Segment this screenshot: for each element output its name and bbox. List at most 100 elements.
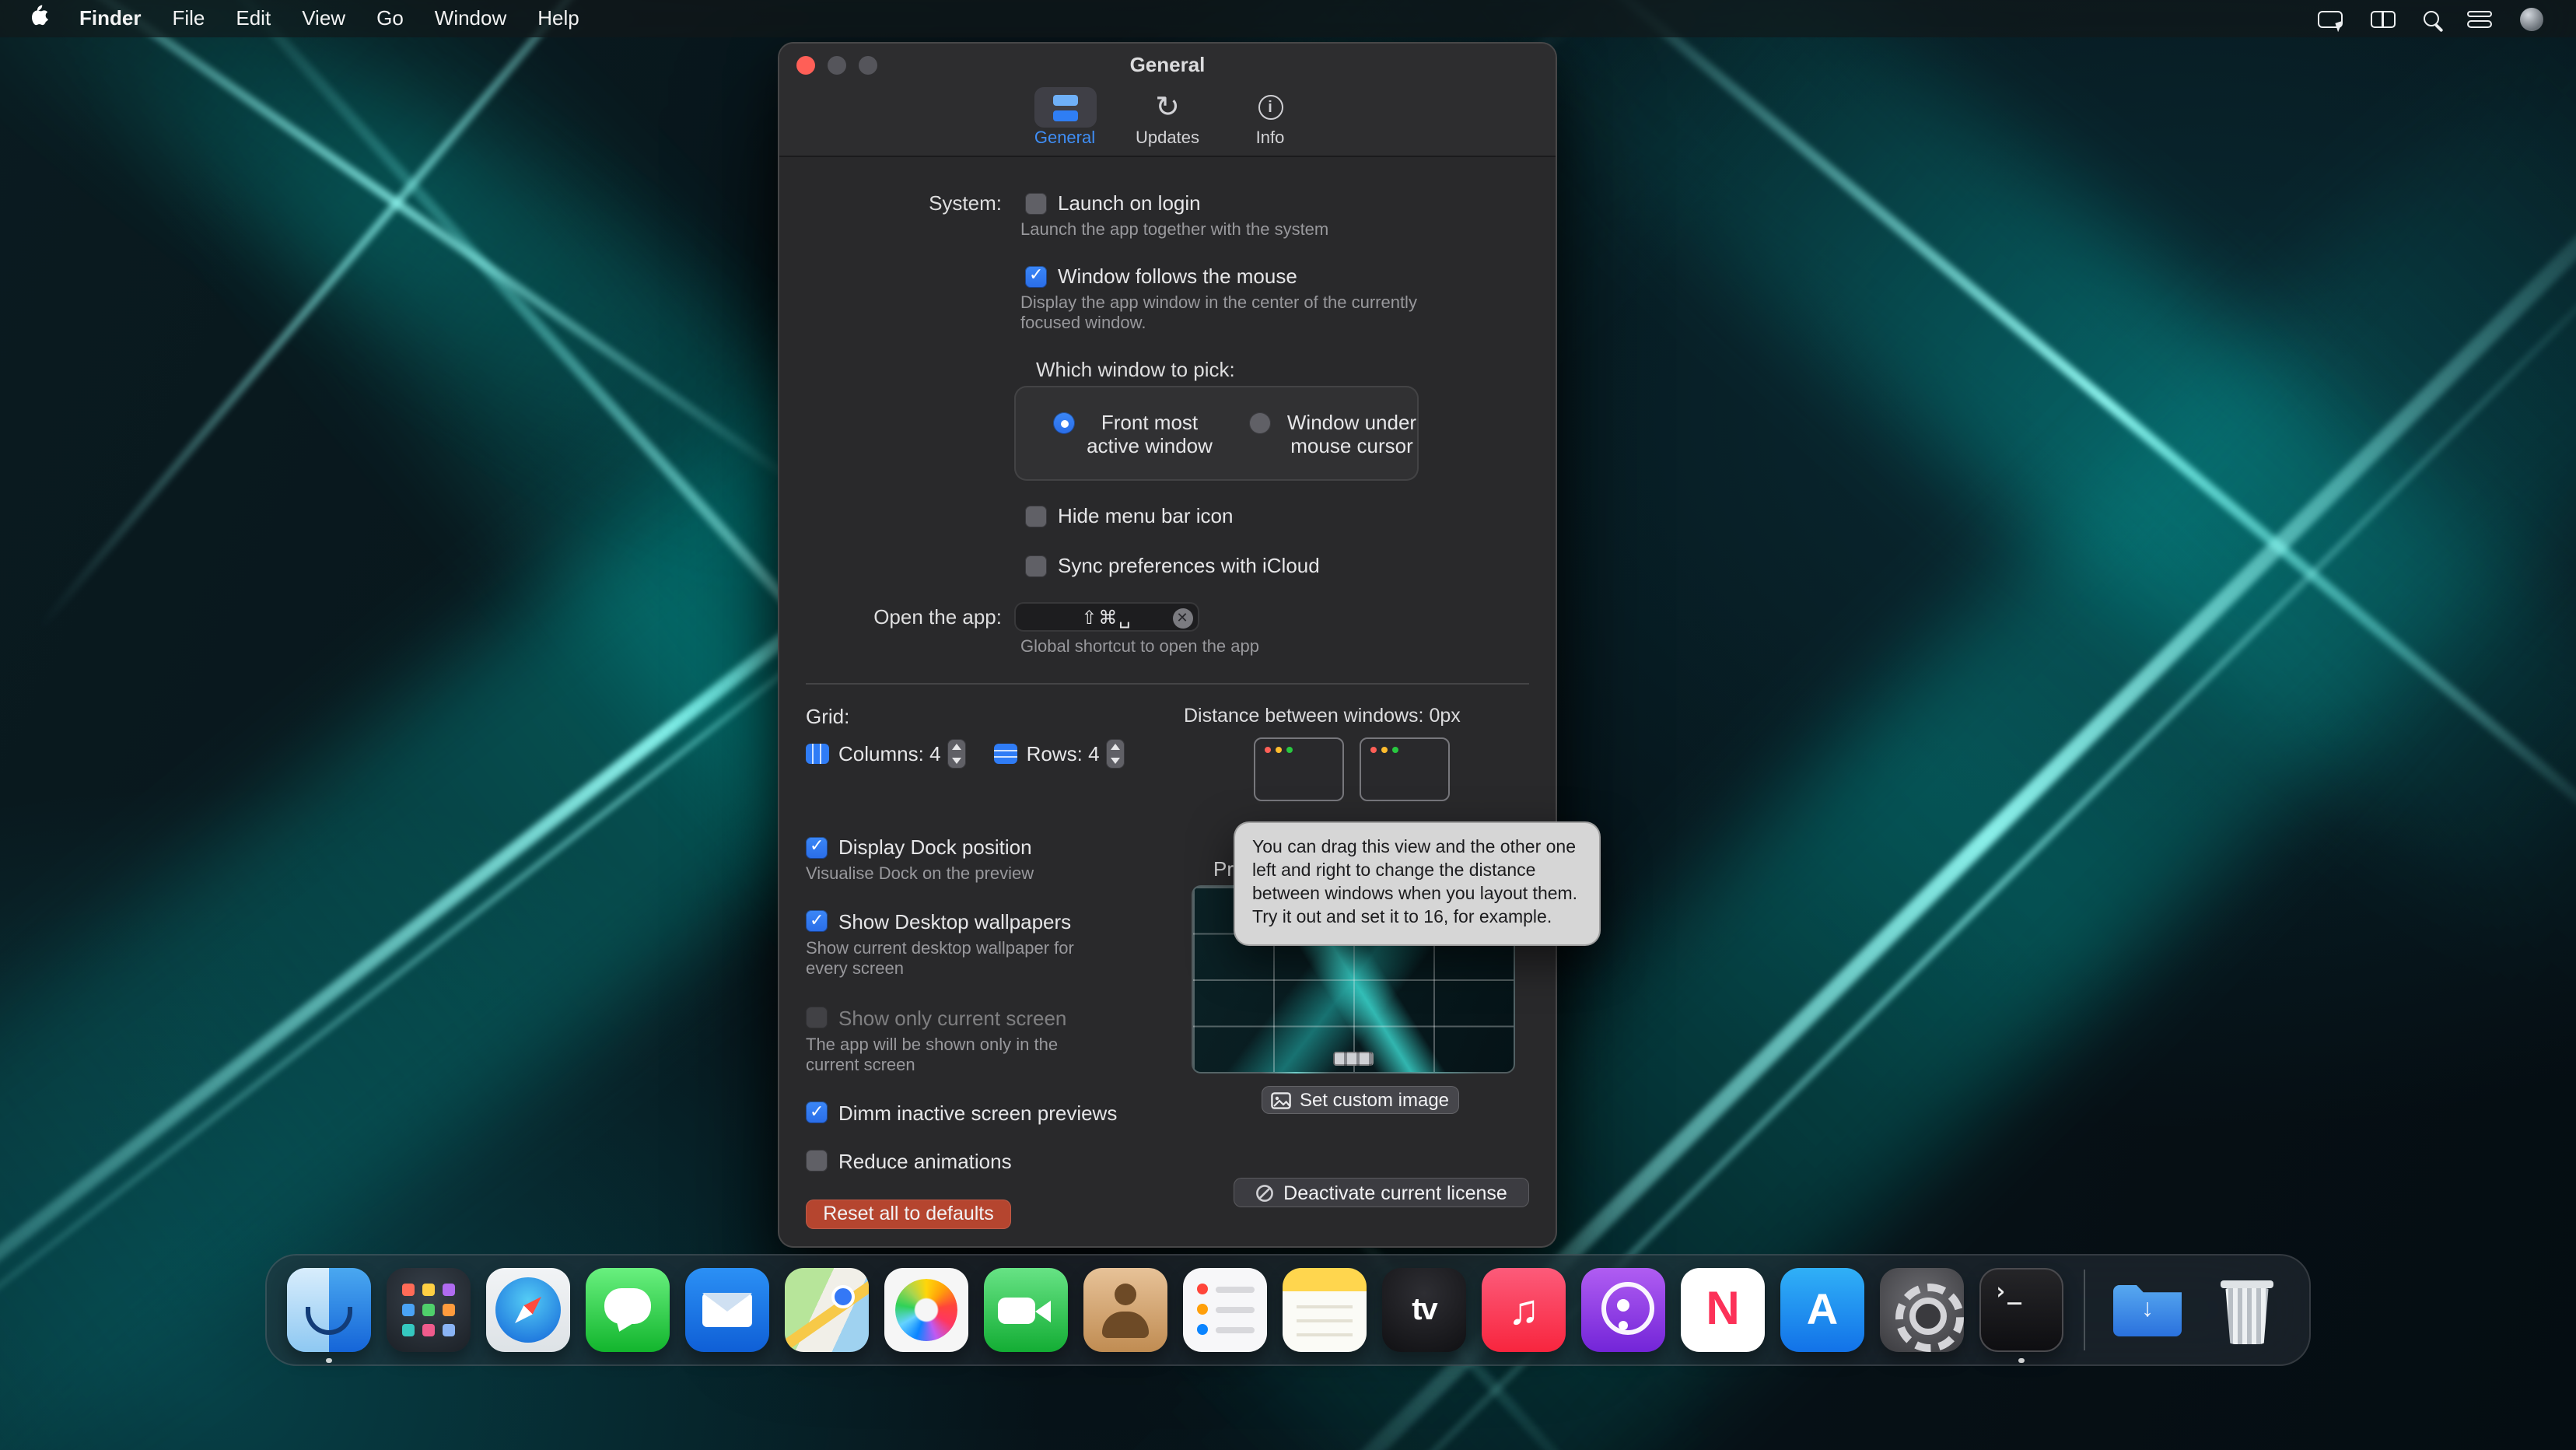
dock-item-safari[interactable] — [486, 1268, 570, 1352]
apple-menu[interactable] — [0, 5, 64, 33]
sync-icloud-row[interactable]: Sync preferences with iCloud — [1025, 554, 1320, 577]
general-icon — [1049, 94, 1080, 121]
menu-edit[interactable]: Edit — [220, 0, 286, 37]
dock-item-music[interactable] — [1482, 1268, 1566, 1352]
show-wallpapers-row[interactable]: Show Desktop wallpapers — [806, 909, 1192, 933]
running-indicator — [327, 1357, 332, 1363]
toolbar: General ↻ Updates i Info — [779, 84, 1556, 157]
close-button[interactable] — [796, 56, 815, 75]
zoom-button[interactable] — [859, 56, 877, 75]
window-follows-mouse-row[interactable]: Window follows the mouse — [1025, 264, 1297, 288]
minimize-button[interactable] — [828, 56, 846, 75]
downloads-icon — [2105, 1268, 2189, 1352]
dock-item-news[interactable] — [1681, 1268, 1765, 1352]
rows-stepper[interactable] — [1106, 739, 1125, 769]
distance-preview-window-right[interactable] — [1360, 737, 1450, 801]
dock-item-launchpad[interactable] — [387, 1268, 471, 1352]
show-wallpapers-label: Show Desktop wallpapers — [838, 909, 1071, 933]
distance-preview-window-left[interactable] — [1254, 737, 1344, 801]
dock-item-facetime[interactable] — [984, 1268, 1068, 1352]
running-indicator — [2019, 1357, 2025, 1363]
dock-item-podcasts[interactable] — [1581, 1268, 1665, 1352]
dimm-inactive-label: Dimm inactive screen previews — [838, 1101, 1117, 1124]
tooltip: You can drag this view and the other one… — [1234, 821, 1601, 946]
front-most-label: Front most active window — [1084, 411, 1215, 457]
dock-item-maps[interactable] — [785, 1268, 869, 1352]
front-most-option[interactable]: Front most active window — [1053, 411, 1215, 479]
columns-value: 4 — [929, 742, 940, 765]
window-tiling-icon[interactable] — [2357, 0, 2410, 37]
sync-icloud-checkbox[interactable] — [1025, 555, 1047, 576]
reduce-animations-checkbox[interactable] — [806, 1150, 828, 1172]
dock-item-messages[interactable] — [586, 1268, 670, 1352]
launch-on-login-checkbox[interactable] — [1025, 192, 1047, 214]
terminal-icon — [1979, 1268, 2063, 1352]
launch-on-login-row[interactable]: Launch on login — [1025, 191, 1201, 215]
shortcut-value: ⇧⌘␣ — [1081, 606, 1132, 628]
tooltip-text: You can drag this view and the other one… — [1252, 839, 1577, 927]
menu-file[interactable]: File — [156, 0, 220, 37]
shortcut-recorder[interactable]: ⇧⌘␣ ✕ — [1014, 602, 1199, 632]
window-follows-mouse-checkbox[interactable] — [1025, 265, 1047, 287]
apple-icon — [28, 5, 48, 33]
launch-on-login-hint: Launch the app together with the system — [1020, 221, 1444, 241]
facetime-icon — [984, 1268, 1068, 1352]
rows-icon — [994, 744, 1017, 764]
display-dock-row[interactable]: Display Dock position — [806, 835, 1192, 859]
dock-item-finder[interactable] — [287, 1268, 371, 1352]
shortcut-clear-button[interactable]: ✕ — [1173, 608, 1193, 629]
dock-item-reminders[interactable] — [1183, 1268, 1267, 1352]
sync-icloud-label: Sync preferences with iCloud — [1058, 554, 1320, 577]
dock-item-photos[interactable] — [884, 1268, 968, 1352]
display-icon[interactable] — [2304, 0, 2357, 37]
tab-info[interactable]: i Info — [1230, 87, 1311, 148]
columns-stepper[interactable] — [947, 739, 966, 769]
reset-defaults-button[interactable]: Reset all to defaults — [806, 1199, 1011, 1228]
dock-item-notes[interactable] — [1283, 1268, 1367, 1352]
settings-content: System: Launch on login Launch the app t… — [779, 157, 1556, 1228]
hide-menu-bar-icon-row[interactable]: Hide menu bar icon — [1025, 504, 1233, 527]
menu-help[interactable]: Help — [522, 0, 595, 37]
tab-general[interactable]: General — [1024, 87, 1105, 148]
dock-item-settings[interactable] — [1880, 1268, 1964, 1352]
under-cursor-option[interactable]: Window under mouse cursor — [1249, 411, 1423, 479]
set-custom-image-button[interactable]: Set custom image — [1262, 1086, 1459, 1114]
title-bar[interactable]: General — [779, 44, 1556, 84]
tab-general-label: General — [1034, 129, 1095, 148]
menu-go[interactable]: Go — [361, 0, 419, 37]
menu-view[interactable]: View — [286, 0, 361, 37]
front-most-radio[interactable] — [1053, 412, 1075, 434]
spotlight-search-icon[interactable] — [2410, 0, 2453, 37]
control-center-icon[interactable] — [2453, 0, 2506, 37]
dimm-inactive-checkbox[interactable] — [806, 1102, 828, 1123]
display-dock-checkbox[interactable] — [806, 836, 828, 858]
deactivate-license-button[interactable]: Deactivate current license — [1234, 1178, 1529, 1207]
window-title: General — [779, 44, 1556, 86]
dimm-inactive-row[interactable]: Dimm inactive screen previews — [806, 1101, 1192, 1124]
display-dock-label: Display Dock position — [838, 835, 1032, 859]
dock-item-mail[interactable] — [685, 1268, 769, 1352]
which-window-label: Which window to pick: — [1036, 358, 1556, 381]
only-current-screen-row: Show only current screen — [806, 1006, 1192, 1029]
tab-updates[interactable]: ↻ Updates — [1127, 87, 1208, 148]
dock-item-trash[interactable] — [2205, 1268, 2289, 1352]
dock-item-tv[interactable] — [1382, 1268, 1466, 1352]
dock-item-appstore[interactable] — [1780, 1268, 1864, 1352]
dock-item-contacts[interactable] — [1083, 1268, 1167, 1352]
updates-icon: ↻ — [1155, 93, 1180, 122]
window-follows-mouse-hint: Display the app window in the center of … — [1020, 294, 1444, 334]
launchpad-icon — [387, 1268, 471, 1352]
dock-item-terminal[interactable] — [1979, 1268, 2063, 1352]
dock-item-downloads[interactable] — [2105, 1268, 2189, 1352]
menu-window[interactable]: Window — [419, 0, 523, 37]
window-follows-mouse-label: Window follows the mouse — [1058, 264, 1297, 288]
shortcut-hint: Global shortcut to open the app — [1020, 638, 1444, 658]
show-wallpapers-checkbox[interactable] — [806, 910, 828, 932]
hide-menu-bar-icon-checkbox[interactable] — [1025, 505, 1047, 527]
distance-value: 0px — [1429, 705, 1460, 727]
under-cursor-radio[interactable] — [1249, 412, 1271, 434]
reduce-animations-row[interactable]: Reduce animations — [806, 1149, 1192, 1172]
dock — [265, 1254, 2311, 1366]
account-icon[interactable] — [2506, 0, 2557, 37]
menu-app-name[interactable]: Finder — [64, 0, 156, 37]
